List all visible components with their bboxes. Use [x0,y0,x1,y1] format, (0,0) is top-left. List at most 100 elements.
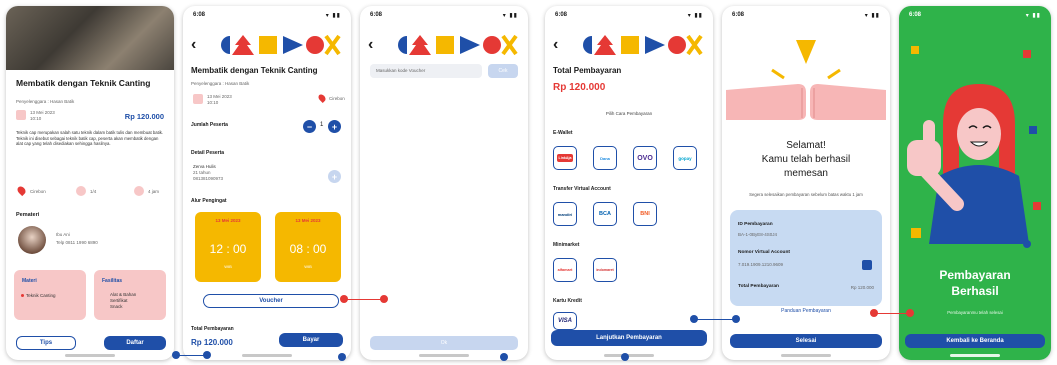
total-label: Total Pembayaran [191,326,234,332]
voucher-input[interactable]: Masukkan kode Voucher [370,64,482,78]
schedule-time: 08 : 00 [289,242,327,256]
flow-node [340,295,348,303]
back-arrow-icon[interactable]: ‹ [553,36,558,54]
bca-label: BCA [599,211,611,217]
ok-button[interactable]: Ok [370,336,518,350]
register-button[interactable]: Daftar [104,336,166,350]
total-label: Total Pembayaran [553,66,622,75]
credit-card-label: Kartu Kredit [553,298,582,304]
facility-item: Alat & Bahan [110,292,137,297]
bni-icon[interactable]: BNI [633,202,657,226]
info-duration: 4 jam [148,189,160,194]
ovo-icon[interactable]: OVO [633,146,657,170]
event-date: 13 Mei 2023 [30,110,55,115]
gopay-icon[interactable]: gopay [673,146,697,170]
screen-voucher: 6:08 ▾ ▮▮ ‹ Masukkan kode Voucher Cek Ok [360,6,528,360]
materials-heading: Materi [22,278,37,284]
payment-info-card: ID Pembayaran BA-1-0ByE8-4S0J4 Nomor Vir… [730,210,882,306]
increase-button[interactable]: + [328,120,341,133]
participants-value: 1 [320,122,324,128]
status-time: 6:08 [370,12,383,18]
total-label: Total Pembayaran [738,284,779,289]
success-title-line2: Berhasil [951,284,999,298]
flow-node [732,315,740,323]
linkaja-label: LinkAja [556,154,574,162]
total-value: Rp 120.000 [850,285,874,290]
mandiri-label: mandiri [557,211,573,217]
bca-icon[interactable]: BCA [593,202,617,226]
signal-battery-icon: ▾ ▮▮ [864,13,880,19]
mandiri-icon[interactable]: mandiri [553,202,577,226]
fist-bump-illustration [726,40,886,120]
location-icon [317,93,327,103]
visa-icon[interactable]: VISA [553,312,577,330]
done-button[interactable]: Selesai [730,334,882,348]
clock-icon [134,186,144,196]
status-time: 6:08 [732,12,745,18]
screen-payment-success: 6:08 ▾ ▮▮ Pembayaran Berhasil Pembayaranm… [899,6,1051,360]
event-title: Membatik dengan Teknik Canting [16,78,151,88]
status-time: 6:08 [909,12,922,18]
payment-id-value: BA-1-0ByE8-4S0J4 [738,232,778,237]
pay-button[interactable]: Bayar [279,333,343,347]
success-heading: Selamat! [786,140,826,151]
flow-node [380,295,388,303]
schedule-card[interactable]: 13 Mei 2023 08 : 00 WIB [275,212,341,282]
decrease-button[interactable]: − [303,120,316,133]
bullet-icon [21,294,24,297]
flow-node [172,351,180,359]
continue-payment-button[interactable]: Lanjutkan Pembayaran [551,330,707,346]
status-time: 6:08 [555,12,568,18]
payment-id-label: ID Pembayaran [738,222,773,227]
dana-icon[interactable]: Dana [593,146,617,170]
back-home-button[interactable]: Kembali ke Beranda [905,334,1045,348]
add-participant-button[interactable]: + [328,170,341,183]
total-amount: Rp 120.000 [553,82,606,93]
gopay-label: gopay [678,155,692,161]
signal-battery-icon: ▾ ▮▮ [1025,13,1041,19]
brand-shapes-logo [221,34,341,56]
linkaja-icon[interactable]: LinkAja [553,146,577,170]
virtual-account-label: Transfer Virtual Account [553,186,611,192]
success-subtext: Pembayaranmu telah selesai [947,310,1003,315]
indomaret-icon[interactable]: indomaret [593,258,617,282]
home-indicator [604,354,654,357]
mentor-name: Ibu Ani [56,232,70,237]
voucher-button[interactable]: Voucher [203,294,339,308]
dana-label: Dana [600,155,610,161]
back-arrow-icon[interactable]: ‹ [191,36,196,54]
copy-icon[interactable] [862,260,872,270]
back-arrow-icon[interactable]: ‹ [368,36,373,54]
success-subtext: Segera selesaikan pembayaran sebelum bat… [749,192,863,197]
bni-label: BNI [640,211,650,217]
participant-age: 21 tahun [193,170,211,175]
schedule-card[interactable]: 13 Mei 2023 12 : 00 WIB [195,212,261,282]
calendar-icon [16,110,26,120]
event-hero-image [6,6,174,70]
tips-button[interactable]: Tips [16,336,76,350]
choose-method-label: Pilih Cara Pembayaran [605,111,653,116]
event-location: Cirebon [329,96,345,101]
flow-connector [694,319,736,320]
event-organizer: Penyelenggara : Hasan Batik [191,81,250,86]
flow-node [500,353,508,361]
materials-item: Teknik Canting [26,293,56,298]
payment-guide-link[interactable]: Panduan Pembayaran [722,308,890,314]
participant-detail-label: Detail Peserta [191,150,225,156]
status-bar: 6:08 ▾ ▮▮ [193,12,341,22]
mentor-heading: Pemateri [16,212,40,218]
screen-event-detail: Membatik dengan Teknik Canting Penyeleng… [6,6,174,360]
alfamart-icon[interactable]: alfamart [553,258,577,282]
signal-battery-icon: ▾ ▮▮ [687,13,703,19]
facilities-heading: Fasilitas [102,278,123,284]
info-location: Cirebon [30,189,46,194]
screen-registration: 6:08 ▾ ▮▮ ‹ Membatik dengan Teknik Cantin… [183,6,351,360]
flow-node [906,309,914,317]
check-voucher-button[interactable]: Cek [488,64,518,78]
indomaret-label: indomaret [596,268,614,272]
home-indicator [242,354,292,357]
home-indicator [419,354,469,357]
status-bar: 6:08 ▾ ▮▮ [555,12,703,22]
mentor-phone: Telp 0811 1990 6890 [56,240,98,245]
signal-battery-icon: ▾ ▮▮ [502,13,518,19]
